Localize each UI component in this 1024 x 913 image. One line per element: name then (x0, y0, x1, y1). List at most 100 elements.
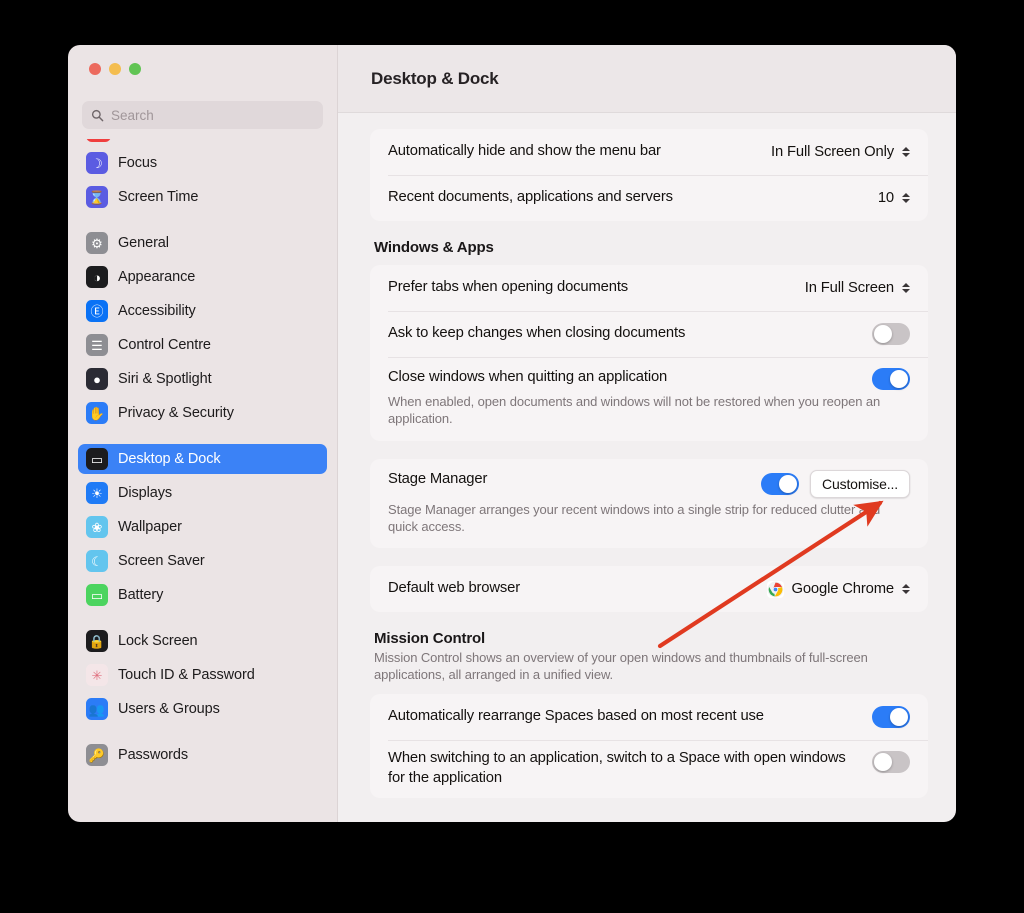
prefer-tabs-popup[interactable]: In Full Screen (805, 280, 910, 296)
row-label: Recent documents, applications and serve… (388, 189, 673, 206)
sidebar-item-privacy-security[interactable]: ✋ Privacy & Security (78, 398, 327, 428)
sidebar-item-label: Privacy & Security (118, 405, 234, 421)
row-label: Stage Manager (388, 470, 488, 487)
sidebar-item-label: Appearance (118, 269, 196, 285)
ask-keep-changes-toggle[interactable] (872, 323, 910, 345)
sidebar-group-separator (78, 728, 327, 740)
section-heading-mission-control: Mission Control (374, 630, 486, 648)
sidebar-item-control-centre[interactable]: ☰ Control Centre (78, 330, 327, 360)
zoom-button[interactable] (129, 63, 141, 75)
sidebar-item-label: Lock Screen (118, 633, 198, 649)
sidebar-item-screen-saver[interactable]: ☾ Screen Saver (78, 546, 327, 576)
row-default-web-browser[interactable]: Default web browser Google Chrome (370, 566, 928, 612)
sidebar-item-wallpaper[interactable]: ❀ Wallpaper (78, 512, 327, 542)
control-centre-icon: ☰ (86, 334, 108, 356)
sidebar-item-appearance[interactable]: ◑ Appearance (78, 262, 327, 292)
row-label: Automatically rearrange Spaces based on … (388, 707, 764, 724)
chevron-updown-icon (902, 283, 910, 293)
main-pane: Desktop & Dock Automatically hide and sh… (338, 45, 956, 822)
row-description: Stage Manager arranges your recent windo… (388, 501, 881, 534)
sidebar-search-area (68, 93, 337, 139)
wallpaper-icon: ❀ (86, 516, 108, 538)
row-close-windows-quitting[interactable]: Close windows when quitting an applicati… (370, 357, 928, 441)
sidebar-item-list[interactable]: ☽ Focus ⌛ Screen Time ⚙ General ◑ Appearance Ⓔ Ac… (68, 139, 337, 822)
stage-manager-customise-button[interactable]: Customise... (810, 469, 910, 498)
section-heading-windows-apps: Windows & Apps (374, 239, 494, 256)
sidebar-item-lock-screen[interactable]: 🔒 Lock Screen (78, 626, 327, 656)
sidebar-item-desktop-dock[interactable]: ▭ Desktop & Dock (78, 444, 327, 474)
sidebar-item-general[interactable]: ⚙ General (78, 228, 327, 258)
sidebar-item-passwords[interactable]: 🔑 Passwords (78, 740, 327, 770)
row-label: Close windows when quitting an applicati… (388, 369, 668, 385)
row-stage-manager[interactable]: Stage Manager Customise... Stage Manager… (370, 459, 928, 549)
switch-to-space-toggle[interactable] (872, 750, 910, 773)
sidebar-item-users-groups[interactable]: 👥 Users & Groups (78, 694, 327, 724)
screen-saver-icon: ☾ (86, 550, 108, 572)
chevron-updown-icon (902, 584, 910, 595)
sidebar-item-touch-id-password[interactable]: ✳ Touch ID & Password (78, 660, 327, 690)
settings-content[interactable]: Automatically hide and show the menu bar… (338, 113, 956, 822)
screen: ☽ Focus ⌛ Screen Time ⚙ General ◑ Appearance Ⓔ Ac… (0, 0, 1024, 913)
sidebar-item-label: Wallpaper (118, 519, 182, 535)
sidebar-group-separator (78, 614, 327, 626)
battery-icon: ▭ (86, 584, 108, 606)
card-menu-bar: Automatically hide and show the menu bar… (370, 129, 928, 221)
section-description: Mission Control shows an overview of you… (374, 650, 868, 683)
row-auto-hide-menu-bar[interactable]: Automatically hide and show the menu bar… (370, 129, 928, 175)
default-browser-popup[interactable]: Google Chrome (767, 580, 910, 598)
row-prefer-tabs[interactable]: Prefer tabs when opening documents In Fu… (370, 265, 928, 311)
sidebar-item-label: Screen Saver (118, 553, 205, 569)
notifications-icon-partial (86, 139, 111, 142)
row-ask-keep-changes[interactable]: Ask to keep changes when closing documen… (370, 311, 928, 357)
sidebar-item-label: Focus (118, 155, 157, 171)
page-title: Desktop & Dock (371, 68, 499, 88)
moon-icon: ☽ (86, 152, 108, 174)
stage-manager-toggle[interactable] (761, 472, 799, 495)
hourglass-icon: ⌛ (86, 186, 108, 208)
sidebar-item-label: Passwords (118, 747, 189, 763)
recent-documents-popup[interactable]: 10 (878, 190, 910, 206)
minimize-button[interactable] (109, 63, 121, 75)
row-label: Ask to keep changes when closing documen… (388, 325, 686, 342)
sidebar-item-screen-time[interactable]: ⌛ Screen Time (78, 182, 327, 212)
sidebar-item-label: Desktop & Dock (118, 451, 221, 467)
display-brightness-icon: ☀ (86, 482, 108, 504)
sidebar-item-label: Users & Groups (118, 701, 220, 717)
popup-value: 10 (877, 190, 894, 206)
auto-rearrange-spaces-toggle[interactable] (872, 705, 910, 728)
close-windows-quitting-toggle[interactable] (872, 368, 910, 390)
section-mission-control: Mission Control Mission Control shows an… (374, 630, 928, 684)
sidebar-item-focus[interactable]: ☽ Focus (78, 148, 327, 178)
sidebar-item-label: Screen Time (118, 189, 199, 205)
window-traffic-lights (68, 45, 337, 93)
row-description: When enabled, open documents and windows… (388, 394, 881, 427)
row-label: Automatically hide and show the menu bar (388, 143, 661, 160)
sidebar-item-label: Battery (118, 587, 164, 603)
users-icon: 👥 (86, 698, 108, 720)
popup-value: In Full Screen Only (771, 144, 894, 160)
close-button[interactable] (89, 63, 101, 75)
hand-icon: ✋ (86, 402, 108, 424)
search-input[interactable] (111, 107, 314, 123)
sidebar-item-siri-spotlight[interactable]: ● Siri & Spotlight (78, 364, 327, 394)
row-switch-to-space[interactable]: When switching to an application, switch… (370, 739, 928, 798)
sidebar-item-label: Displays (118, 485, 172, 501)
card-stage-manager: Stage Manager Customise... Stage Manager… (370, 458, 928, 549)
sidebar-item-battery[interactable]: ▭ Battery (78, 580, 327, 610)
auto-hide-menu-bar-popup[interactable]: In Full Screen Only (771, 144, 910, 160)
card-mission-control: Automatically rearrange Spaces based on … (370, 693, 928, 798)
sidebar-group-separator (78, 216, 327, 228)
row-auto-rearrange-spaces[interactable]: Automatically rearrange Spaces based on … (370, 694, 928, 740)
chevron-updown-icon (902, 193, 910, 203)
siri-icon: ● (86, 368, 108, 390)
popup-value: In Full Screen (804, 280, 894, 296)
lock-icon: 🔒 (86, 630, 108, 652)
gear-icon: ⚙ (86, 232, 108, 254)
search-box[interactable] (82, 101, 323, 129)
row-recent-documents[interactable]: Recent documents, applications and serve… (370, 175, 928, 221)
sidebar-item-displays[interactable]: ☀ Displays (78, 478, 327, 508)
sidebar-item-accessibility[interactable]: Ⓔ Accessibility (78, 296, 327, 326)
sidebar-item-label: Touch ID & Password (118, 667, 255, 683)
sidebar-clipped-item (78, 139, 327, 146)
fingerprint-icon: ✳ (86, 664, 108, 686)
